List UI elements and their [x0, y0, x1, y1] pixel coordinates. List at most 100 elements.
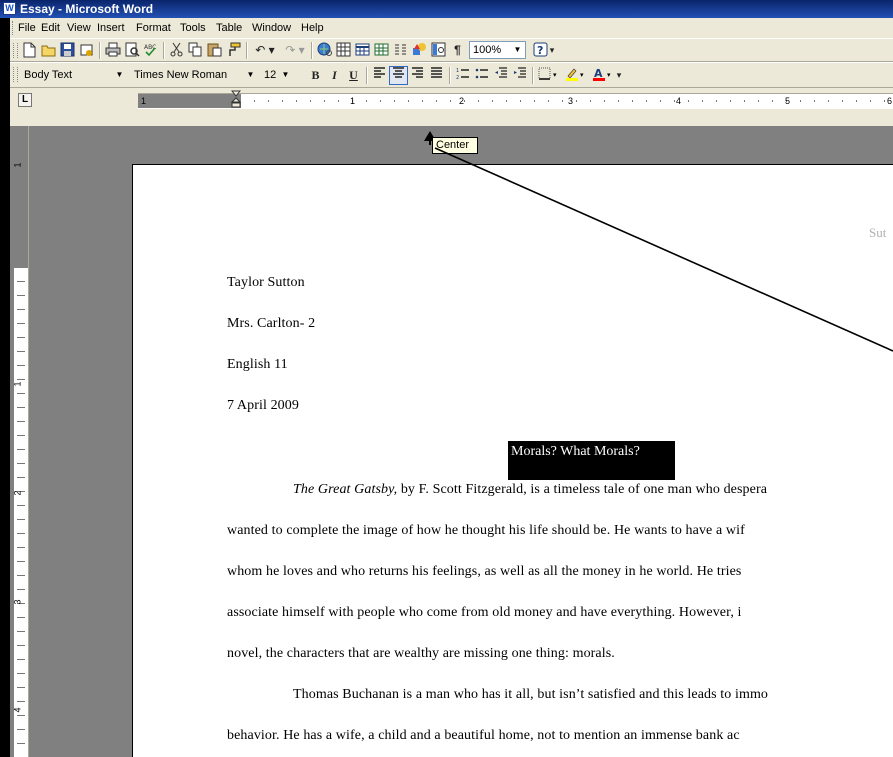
print-icon[interactable] [104, 42, 121, 59]
menu-table[interactable]: Table [216, 21, 242, 35]
menu-bar: File Edit View Insert Format Tools Table… [10, 18, 893, 38]
spelling-icon[interactable]: ABC [142, 42, 159, 59]
bold-icon[interactable]: B [307, 67, 324, 84]
insert-excel-icon[interactable] [373, 42, 390, 59]
open-folder-icon[interactable] [40, 42, 57, 59]
menu-view[interactable]: View [67, 21, 91, 35]
font-color-icon[interactable]: A ▾ [591, 67, 615, 84]
hyperlink-icon[interactable] [316, 42, 333, 59]
document-page[interactable]: Sut Taylor Sutton Mrs. Carlton- 2 Englis… [132, 164, 893, 757]
font-size-select[interactable]: 12 ▼ [260, 66, 294, 84]
vertical-ruler-number: 1 [12, 162, 23, 168]
menu-edit[interactable]: Edit [41, 21, 60, 35]
bullets-icon[interactable] [473, 67, 490, 84]
chevron-down-icon[interactable]: ▼ [511, 43, 524, 57]
new-document-icon[interactable] [21, 42, 38, 59]
paragraph-text: by F. Scott Fitzgerald, is a timeless ta… [397, 482, 768, 497]
ruler-number: 1 [141, 96, 147, 106]
vertical-ruler-number: 4 [12, 707, 23, 713]
chevron-down-icon[interactable]: ▼ [279, 68, 292, 82]
toolbar-separator [366, 67, 368, 84]
save-icon[interactable] [59, 42, 76, 59]
tooltip: Center [432, 137, 478, 154]
svg-text:ABC: ABC [144, 44, 156, 51]
ruler-number: 6 [887, 96, 893, 106]
word-icon[interactable]: W [3, 2, 16, 15]
help-icon[interactable]: ? [532, 42, 549, 59]
align-left-icon[interactable] [371, 67, 388, 84]
format-painter-icon[interactable] [225, 42, 242, 59]
increase-indent-icon[interactable] [511, 67, 528, 84]
undo-icon[interactable]: ↶ ▾ [251, 42, 279, 59]
toolbar-options-icon[interactable]: ▾ [548, 42, 556, 59]
svg-text:▾: ▾ [580, 71, 584, 79]
numbering-icon[interactable]: 12 [454, 67, 471, 84]
date-line: 7 April 2009 [227, 398, 299, 413]
toolbar-grip[interactable] [13, 43, 18, 58]
redo-icon[interactable]: ↷ ▾ [281, 42, 309, 59]
borders-icon[interactable]: ▾ [537, 67, 561, 84]
menu-insert[interactable]: Insert [97, 21, 125, 35]
columns-icon[interactable] [392, 42, 409, 59]
italic-icon[interactable]: I [326, 67, 343, 84]
menu-format[interactable]: Format [136, 21, 171, 35]
menu-help[interactable]: Help [301, 21, 324, 35]
paragraph-line: The Great Gatsby, by F. Scott Fitzgerald… [293, 482, 767, 498]
print-preview-icon[interactable] [123, 42, 140, 59]
toolbar-options-icon[interactable]: ▾ [615, 67, 623, 84]
ruler-ticks [241, 94, 893, 108]
vertical-ruler-ticks [17, 268, 25, 757]
window-title: Essay - Microsoft Word [20, 2, 154, 16]
ruler-number: 1 [350, 96, 356, 106]
toolbar-separator [532, 67, 534, 84]
essay-title-selected[interactable]: Morals? What Morals? [508, 441, 675, 480]
svg-text:▾: ▾ [607, 71, 611, 79]
menu-window[interactable]: Window [252, 21, 291, 35]
toolbar-grip[interactable] [13, 67, 18, 82]
vertical-ruler[interactable]: 1 1 2 3 4 [12, 126, 29, 757]
align-right-icon[interactable] [409, 67, 426, 84]
underline-icon[interactable]: U [345, 67, 362, 84]
left-frame [0, 18, 10, 757]
vertical-ruler-number: 3 [12, 599, 23, 605]
menu-file[interactable]: File [18, 21, 36, 35]
vertical-ruler-number: 1 [12, 381, 23, 387]
decrease-indent-icon[interactable] [492, 67, 509, 84]
horizontal-ruler[interactable]: 1 1 2 3 4 5 6 [138, 93, 893, 109]
menu-bar-grip[interactable] [12, 21, 16, 35]
justify-icon[interactable] [428, 67, 445, 84]
paragraph-line: wanted to complete the image of how he t… [227, 523, 745, 538]
toolbar-separator [246, 42, 248, 59]
menu-tools[interactable]: Tools [180, 21, 206, 35]
toolbar-separator [311, 42, 313, 59]
document-map-icon[interactable] [430, 42, 447, 59]
svg-text:▾: ▾ [553, 71, 557, 79]
insert-table-icon[interactable] [354, 42, 371, 59]
chevron-down-icon[interactable]: ▼ [244, 68, 257, 82]
svg-text:2: 2 [456, 75, 459, 80]
cut-icon[interactable] [168, 42, 185, 59]
standard-toolbar: ABC ↶ ▾ ↷ ▾ ¶ 100% ▼ ? ▾ [10, 38, 893, 62]
zoom-select[interactable]: 100% ▼ [469, 41, 526, 59]
drawing-icon[interactable] [411, 42, 428, 59]
highlight-icon[interactable]: ▾ [564, 67, 588, 84]
paragraph-line: novel, the characters that are wealthy a… [227, 646, 615, 661]
tables-borders-icon[interactable] [335, 42, 352, 59]
paste-icon[interactable] [206, 42, 223, 59]
show-hide-icon[interactable]: ¶ [449, 42, 466, 59]
copy-icon[interactable] [187, 42, 204, 59]
toolbar-separator [449, 67, 451, 84]
font-value: Times New Roman [134, 69, 228, 81]
paragraph-line: whom he loves and who returns his feelin… [227, 564, 742, 579]
permission-icon[interactable] [78, 42, 95, 59]
style-select[interactable]: Body Text ▼ [20, 66, 128, 84]
align-center-icon[interactable] [389, 66, 408, 85]
svg-text:?: ? [537, 44, 543, 57]
toolbar-separator [99, 42, 101, 59]
book-title: The Great Gatsby, [293, 482, 398, 497]
ruler-number: 4 [676, 96, 682, 106]
author-line: Taylor Sutton [227, 275, 305, 290]
first-line-indent-icon[interactable] [231, 90, 241, 108]
chevron-down-icon[interactable]: ▼ [113, 68, 126, 82]
font-select[interactable]: Times New Roman ▼ [130, 66, 259, 84]
